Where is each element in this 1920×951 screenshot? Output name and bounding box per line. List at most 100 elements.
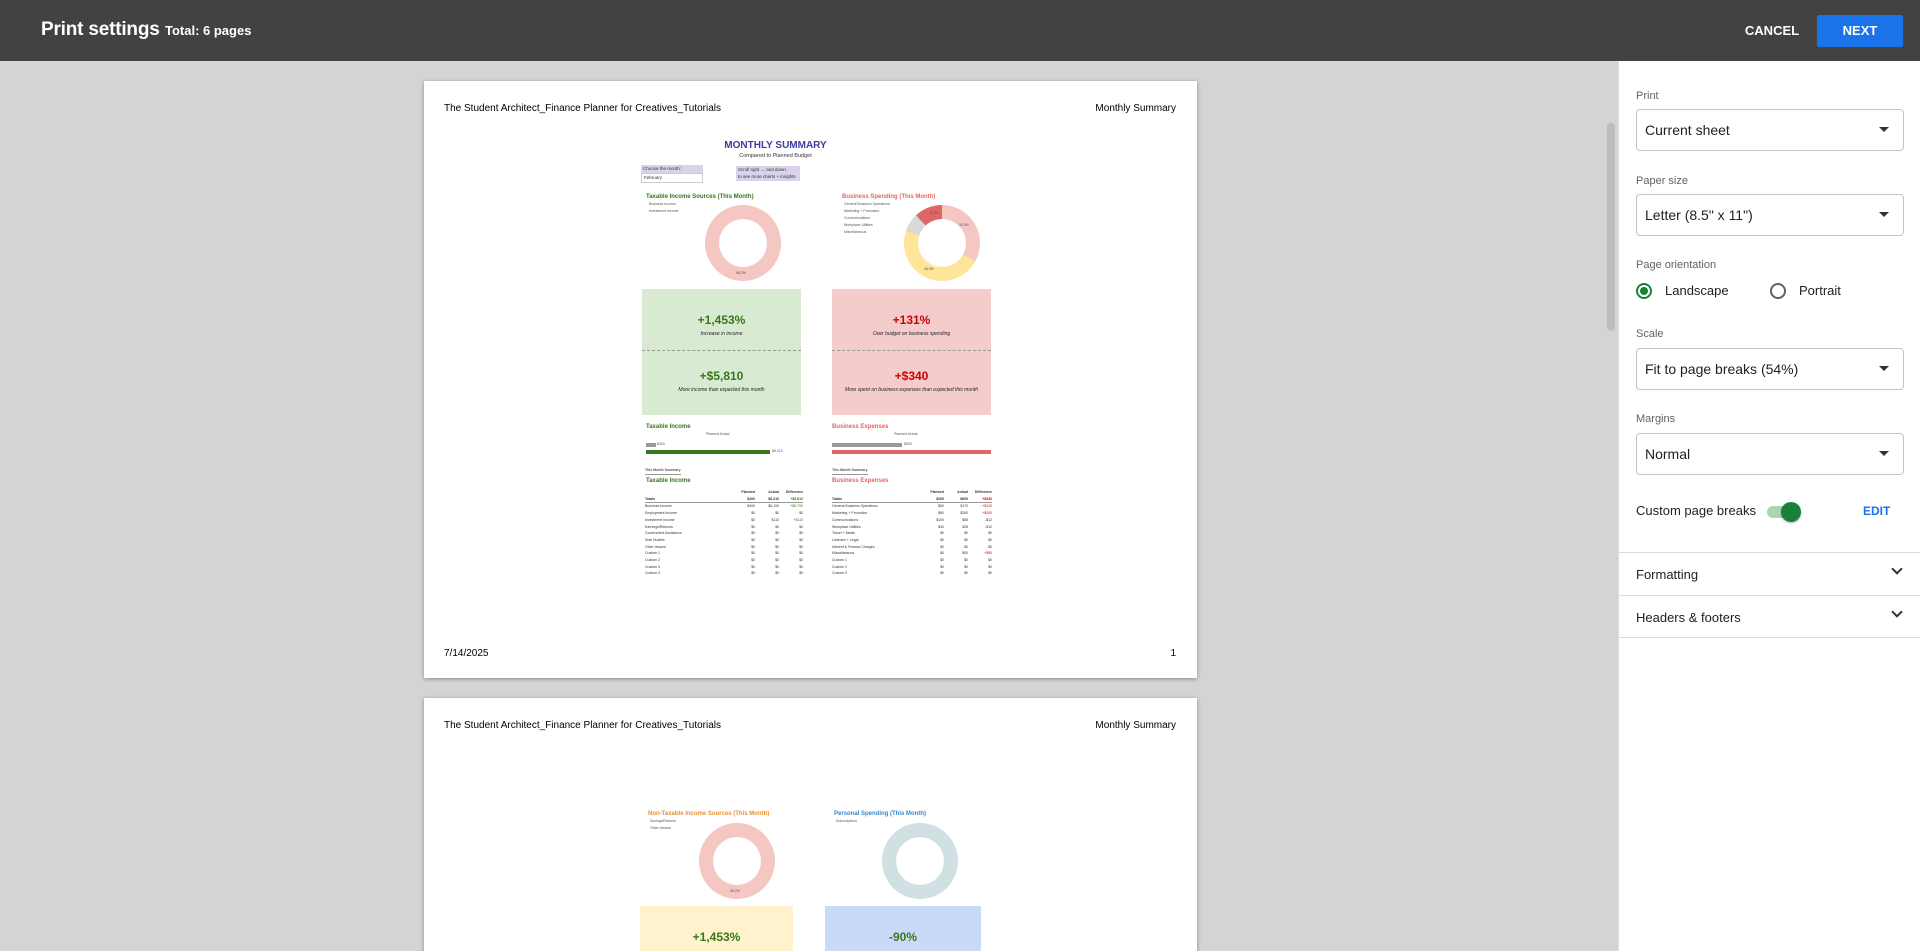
table-cell: $0: [751, 551, 755, 556]
scale-select[interactable]: Fit to page breaks (54%): [1636, 348, 1904, 390]
table-row: Investment Income $0 $110 +$110: [645, 517, 803, 524]
table-row: Earnings/Refunds $0 $0 $0: [645, 524, 803, 531]
table-cell: $0: [751, 571, 755, 576]
table-row: Travel + Meals $0 $0 $0: [832, 530, 992, 537]
landscape-label[interactable]: Landscape: [1665, 283, 1729, 298]
cancel-button[interactable]: CANCEL: [1736, 16, 1808, 46]
table-row: Totals $260 $600 +$340: [832, 496, 992, 504]
edit-page-breaks-button[interactable]: EDIT: [1863, 504, 1890, 518]
table-cell: $0: [940, 537, 944, 542]
table-cell: $0: [988, 537, 992, 542]
table-cell: +$120: [982, 504, 992, 509]
table-row: Custom 4 $0 $0 $0: [645, 570, 803, 577]
table-cell: $0: [940, 551, 944, 556]
table-cell: $0: [751, 544, 755, 549]
table-cell: $0: [775, 571, 779, 576]
bar-value: $400: [657, 442, 665, 446]
portrait-label[interactable]: Portrait: [1799, 283, 1841, 298]
table-cell: Travel + Meals: [832, 531, 855, 536]
table-row: Custom 2 $0 $0 $0: [645, 557, 803, 564]
bar-value: $600: [904, 442, 912, 446]
table-row: General Business Operations $50 $170 +$120: [832, 503, 992, 510]
table-column-header: Planned: [930, 490, 944, 494]
print-select-value: Current sheet: [1645, 122, 1730, 138]
personal-pct: -90%: [888, 930, 917, 944]
table-cell: $50: [938, 504, 944, 509]
table-cell: Government Assistance: [645, 531, 682, 536]
table-cell: +$110: [793, 517, 803, 522]
table-cell: $600: [960, 496, 968, 501]
donut-label: 98.2%: [736, 271, 746, 275]
table-cell: $0: [751, 531, 755, 536]
print-select[interactable]: Current sheet: [1636, 109, 1904, 151]
taxable-income-sources-title: Taxable Income Sources (This Month): [646, 194, 754, 200]
personal-summary-box: -90%: [825, 906, 981, 951]
table-row: Miscellaneous $0 $50 +$50: [832, 550, 992, 557]
table-cell: $0: [799, 544, 803, 549]
table-cell: General Business Operations: [832, 504, 878, 509]
table-cell: $0: [775, 531, 779, 536]
margins-select[interactable]: Normal: [1636, 433, 1904, 475]
landscape-radio[interactable]: [1636, 283, 1652, 299]
table-cell: $40: [938, 524, 944, 529]
preview-page-2: The Student Architect_Finance Planner fo…: [424, 698, 1197, 951]
toggle-knob[interactable]: [1781, 502, 1801, 522]
dropdown-arrow-icon: [1879, 366, 1889, 371]
donut-label: 33.3%: [959, 223, 969, 227]
table-cell: Custom 3: [832, 571, 847, 576]
orientation-label: Page orientation: [1636, 259, 1717, 271]
month-select: February: [641, 173, 703, 183]
table-row: Side Hustles $0 $0 $0: [645, 537, 803, 544]
next-button[interactable]: NEXT: [1817, 15, 1903, 47]
legend-item: Other Income: [650, 826, 672, 830]
table-cell: $0: [988, 558, 992, 563]
headers-footers-section[interactable]: Headers & footers: [1619, 595, 1920, 638]
donut-label: 46.9%: [924, 267, 934, 271]
top-bar: Print settings Total: 6 pages CANCEL NEX…: [0, 0, 1920, 61]
business-legend: General Business Operations Marketing + …: [844, 201, 890, 236]
table-cell: $6,210: [768, 496, 779, 501]
table-cell: $0: [775, 551, 779, 556]
table-cell: Licenses + Legal: [832, 537, 859, 542]
table-row: Custom 1 $0 $0 $0: [645, 550, 803, 557]
paper-size-select[interactable]: Letter (8.5" x 11"): [1636, 194, 1904, 236]
table-cell: $0: [751, 564, 755, 569]
print-preview-area[interactable]: The Student Architect_Finance Planner fo…: [0, 61, 1618, 951]
formatting-section[interactable]: Formatting: [1619, 552, 1920, 595]
table-row: Government Assistance $0 $0 $0: [645, 530, 803, 537]
summary-title: MONTHLY SUMMARY: [724, 140, 827, 151]
table-row: Employment Income $0 $0 $0: [645, 510, 803, 517]
table-cell: $0: [775, 524, 779, 529]
business-expenses-bar-title: Business Expenses: [832, 424, 889, 430]
choose-month-label: Choose the month:: [641, 165, 703, 173]
table-cell: $0: [940, 571, 944, 576]
table-left-title: Taxable Income: [646, 478, 691, 484]
table-cell: Custom 1: [832, 558, 847, 563]
table-header: Planned Actual Difference: [832, 489, 992, 496]
preview-scrollbar[interactable]: [1607, 123, 1615, 331]
table-cell: $400: [747, 504, 755, 509]
table-cell: $0: [964, 564, 968, 569]
bar-legend: Planned Actual: [894, 431, 917, 438]
portrait-radio[interactable]: [1770, 283, 1786, 299]
donut-label: 98.2%: [730, 889, 740, 893]
table-cell: $0: [775, 558, 779, 563]
business-amt-caption: More spent on business expenses than exp…: [844, 387, 979, 393]
donut-label: 8.1%: [930, 211, 938, 215]
table-cell: Business Income: [645, 504, 672, 509]
legend-item: Communications: [844, 216, 871, 220]
business-summary-box: +131% Over budget on business spending +…: [832, 289, 991, 415]
dropdown-arrow-icon: [1879, 212, 1889, 217]
table-cell: +$5,810: [790, 496, 803, 501]
this-month-summary-label: This Month Summary: [645, 467, 681, 475]
table-row: Communications $100 $88 -$12: [832, 517, 992, 524]
margins-value: Normal: [1645, 446, 1691, 462]
paper-size-label: Paper size: [1636, 175, 1688, 187]
table-cell: $0: [964, 531, 968, 536]
dropdown-arrow-icon: [1879, 451, 1889, 456]
table-row: Interest & Finance Charges $0 $0 $0: [832, 544, 992, 551]
table-row: Custom 2 $0 $0 $0: [832, 564, 992, 571]
table-cell: $0: [751, 511, 755, 516]
table-cell: $28: [962, 524, 968, 529]
table-cell: $0: [751, 558, 755, 563]
